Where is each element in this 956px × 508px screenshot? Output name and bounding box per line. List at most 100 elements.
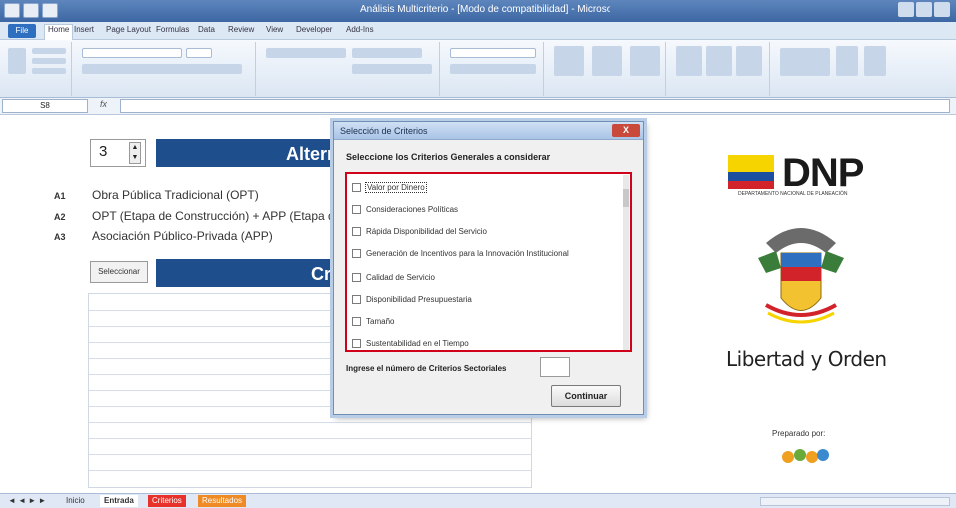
prepared-by-label: Preparado por:	[772, 429, 826, 438]
undo-icon[interactable]	[42, 3, 58, 18]
criterion-checkbox-disponibilidad-presupuestaria[interactable]: Disponibilidad Presupuestaria	[352, 292, 472, 306]
ribbon	[0, 40, 956, 98]
dnp-wordmark: DNP	[782, 151, 864, 195]
save-icon[interactable]	[23, 3, 39, 18]
styles-group	[548, 42, 666, 96]
tab-developer[interactable]: Developer	[296, 25, 332, 38]
merge-center-button[interactable]	[352, 64, 432, 74]
criterios-header-bar: Criterios	[156, 259, 385, 287]
criterion-label: Rápida Disponibilidad del Servicio	[366, 226, 487, 236]
find-select-icon[interactable]	[864, 46, 886, 76]
select-button[interactable]: Seleccionar	[90, 261, 148, 283]
delete-cells-icon[interactable]	[706, 46, 732, 76]
preparer-logo-icon	[782, 449, 829, 463]
criterion-label: Consideraciones Políticas	[366, 204, 459, 214]
checkbox-icon[interactable]	[352, 316, 361, 326]
spinner-arrows-icon[interactable]: ▲ ▼	[129, 142, 141, 164]
checkbox-icon[interactable]	[352, 204, 361, 214]
format-as-table-icon[interactable]	[592, 46, 622, 76]
sheet-tab-criterios[interactable]: Criterios	[148, 495, 186, 507]
criterion-label: Generación de Incentivos para la Innovac…	[366, 248, 569, 258]
criterion-label: Tamaño	[366, 316, 395, 326]
sheet-tab-inicio[interactable]: Inicio	[62, 495, 89, 507]
criteria-list: Valor por Dinero Consideraciones Polític…	[345, 172, 632, 352]
sort-filter-icon[interactable]	[836, 46, 858, 76]
quick-access-toolbar	[4, 3, 58, 18]
number-format-select[interactable]	[450, 48, 536, 58]
fx-icon[interactable]: fx	[100, 99, 107, 109]
dialog-title: Selección de Criterios	[340, 126, 428, 136]
dialog-title-bar[interactable]: Selección de Criterios X	[334, 122, 643, 140]
criterion-checkbox-calidad-servicio[interactable]: Calidad de Servicio	[352, 270, 435, 284]
paste-icon[interactable]	[8, 48, 26, 74]
ribbon-tabs: File Home Insert Page Layout Formulas Da…	[0, 22, 956, 40]
alternatives-spinner[interactable]: 3 ▲ ▼	[90, 139, 146, 167]
tab-view[interactable]: View	[266, 25, 283, 38]
sheet-nav-arrows[interactable]: ◄ ◄ ► ►	[4, 495, 50, 507]
sheet-tab-entrada[interactable]: Entrada	[100, 495, 138, 507]
continue-button[interactable]: Continuar	[551, 385, 621, 407]
tab-add-ins[interactable]: Add-Ins	[346, 25, 374, 38]
cell-styles-icon[interactable]	[630, 46, 660, 76]
tab-formulas[interactable]: Formulas	[156, 25, 189, 38]
criteria-scrollbar[interactable]	[623, 175, 629, 350]
font-size-select[interactable]	[186, 48, 212, 58]
font-group	[76, 42, 256, 96]
align-buttons[interactable]	[266, 48, 346, 58]
criteria-dialog: Selección de Criterios X Seleccione los …	[333, 121, 644, 415]
criterion-checkbox-valor-por-dinero[interactable]: Valor por Dinero	[352, 180, 427, 194]
conditional-formatting-icon[interactable]	[554, 46, 584, 76]
criterion-checkbox-tamano[interactable]: Tamaño	[352, 314, 394, 328]
excel-icon[interactable]	[4, 3, 20, 18]
maximize-icon[interactable]	[916, 2, 932, 17]
tab-review[interactable]: Review	[228, 25, 254, 38]
cut-icon[interactable]	[32, 48, 66, 54]
tab-file[interactable]: File	[8, 24, 36, 38]
criterion-checkbox-sustentabilidad[interactable]: Sustentabilidad en el Tiempo	[352, 336, 469, 350]
alternativas-header-bar: Alternativas	[156, 139, 389, 167]
criterion-label: Disponibilidad Presupuestaria	[366, 294, 472, 304]
tab-data[interactable]: Data	[198, 25, 215, 38]
editing-group	[774, 42, 894, 96]
criterion-checkbox-rapida-disponibilidad[interactable]: Rápida Disponibilidad del Servicio	[352, 224, 487, 238]
formula-bar: S8 fx	[0, 98, 956, 115]
minimize-icon[interactable]	[898, 2, 914, 17]
tab-page-layout[interactable]: Page Layout	[106, 25, 151, 38]
wrap-text-button[interactable]	[352, 48, 422, 58]
font-format-buttons[interactable]	[82, 64, 242, 74]
alt-text-2: OPT (Etapa de Construcción) + APP (Etapa…	[92, 209, 332, 223]
dialog-close-button[interactable]: X	[612, 124, 640, 137]
insert-cells-icon[interactable]	[676, 46, 702, 76]
format-cells-icon[interactable]	[736, 46, 762, 76]
checkbox-icon[interactable]	[352, 226, 361, 236]
criterion-label: Valor por Dinero	[365, 181, 427, 193]
tab-insert[interactable]: Insert	[74, 25, 94, 38]
alt-text-3: Asociación Público-Privada (APP)	[92, 229, 273, 243]
window-title: Análisis Multicriterio - [Modo de compat…	[360, 4, 610, 15]
alt-code-3: A3	[54, 232, 66, 242]
copy-icon[interactable]	[32, 58, 66, 64]
alt-code-1: A1	[54, 191, 66, 201]
criterion-checkbox-consideraciones-politicas[interactable]: Consideraciones Políticas	[352, 202, 458, 216]
criterion-checkbox-generacion-incentivos[interactable]: Generación de Incentivos para la Innovac…	[352, 246, 569, 260]
format-painter-icon[interactable]	[32, 68, 66, 74]
horizontal-scrollbar[interactable]	[760, 497, 950, 506]
alt-code-2: A2	[54, 212, 66, 222]
cells-group	[670, 42, 770, 96]
formula-input[interactable]	[120, 99, 950, 113]
close-window-icon[interactable]	[934, 2, 950, 17]
sector-criteria-input[interactable]	[540, 357, 570, 377]
tab-home[interactable]: Home	[44, 24, 74, 40]
checkbox-icon[interactable]	[352, 294, 361, 304]
font-name-select[interactable]	[82, 48, 182, 58]
autosum-icon[interactable]	[780, 48, 830, 76]
scroll-thumb[interactable]	[623, 189, 629, 207]
checkbox-icon[interactable]	[352, 338, 361, 348]
sheet-tab-resultados[interactable]: Resultados	[198, 495, 247, 507]
checkbox-icon[interactable]	[352, 248, 361, 258]
name-box[interactable]: S8	[2, 99, 88, 113]
number-buttons[interactable]	[450, 64, 536, 74]
coat-of-arms-icon	[758, 228, 844, 324]
checkbox-icon[interactable]	[352, 182, 361, 192]
checkbox-icon[interactable]	[352, 272, 361, 282]
